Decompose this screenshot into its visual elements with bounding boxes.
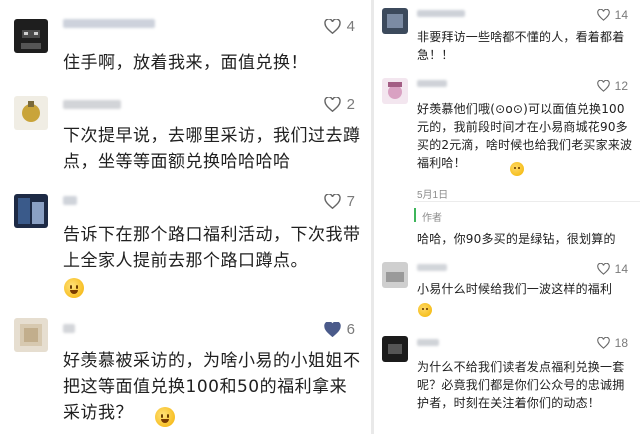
comment-item: 18 为什么不给我们读者发点福利兑换一套呢？必竟我们都是你们公众号的忠诚拥护者，… (374, 330, 640, 434)
heart-icon (596, 263, 610, 275)
nickname-blurred (417, 80, 447, 87)
heart-icon (323, 194, 341, 209)
comments-panel-left: 4 住手啊，放着我来，面值兑换！ 2 下次提早说，去哪里采访，我们过去蹲点，坐等… (0, 0, 371, 434)
divider (414, 201, 640, 202)
avatar-image (18, 198, 44, 224)
nickname-blurred (417, 339, 439, 346)
avatar[interactable] (382, 262, 408, 288)
like-button[interactable]: 14 (596, 262, 628, 276)
author-bar (414, 208, 416, 222)
author-tag: 作者 (422, 213, 442, 224)
comment-item: 12 好羡慕他们哦(⊙o⊙)可以面值兑换100元的，我前段时间才在小易商城花90… (374, 72, 640, 201)
comment-text: 小易什么时候给我们一波这样的福利 (417, 282, 613, 296)
comment-text: 住手啊，放着我来，面值兑换！ (63, 53, 308, 73)
like-count: 4 (346, 18, 355, 35)
reply-text: 哈哈，你90多买的是绿钻，很划算的 (417, 232, 616, 246)
like-count: 14 (614, 262, 628, 276)
avatar-image (22, 101, 40, 122)
like-count: 7 (346, 193, 355, 210)
like-count: 14 (614, 8, 628, 22)
avatar-image (20, 324, 42, 346)
heart-icon (323, 97, 341, 112)
comment-item: 4 住手啊，放着我来，面值兑换！ (0, 0, 371, 88)
like-count: 18 (614, 336, 628, 350)
comment-text: 下次提早说，去哪里采访，我们过去蹲点，坐等等面额兑换哈哈哈哈 (63, 126, 361, 172)
avatar[interactable] (14, 194, 48, 228)
heart-icon (596, 80, 610, 92)
nickname-blurred (417, 10, 465, 17)
author-reply: 作者 哈哈，你90多买的是绿钻，很划算的 (374, 204, 640, 254)
like-button[interactable]: 4 (323, 18, 355, 35)
comment-text: 非要拜访一些啥都不懂的人，看着都着急！！ (417, 30, 625, 62)
like-button[interactable]: 2 (323, 96, 355, 113)
like-count: 2 (346, 96, 355, 113)
avatar[interactable] (382, 8, 408, 34)
avatar-image (21, 30, 41, 49)
crying-face-emoji (64, 278, 84, 298)
like-button[interactable]: 18 (596, 336, 628, 350)
comment-date: 5月1日 (417, 190, 449, 201)
like-count: 6 (346, 321, 355, 338)
like-button[interactable]: 6 (323, 321, 355, 338)
comment-text: 告诉下在那个路口福利活动，下次我带上全家人提前去那个路口蹲点。 (63, 225, 361, 271)
comment-text: 为什么不给我们读者发点福利兑换一套呢？必竟我们都是你们公众号的忠诚拥护者，时刻在… (417, 360, 625, 410)
comment-item: 14 非要拜访一些啥都不懂的人，看着都着急！！ (374, 0, 640, 72)
avatar-image (388, 82, 402, 99)
nickname-blurred (63, 324, 75, 333)
comment-text: 好羡慕被采访的，为啥小易的小姐姐不把这等面值兑换100和50的福利拿来采访我？ (63, 351, 361, 423)
nickname-blurred (63, 19, 155, 28)
avatar-image (387, 14, 403, 28)
comment-text: 好羡慕他们哦(⊙o⊙)可以面值兑换100元的，我前段时间才在小易商城花90多买的… (417, 102, 633, 170)
crying-face-emoji (155, 407, 175, 427)
heart-icon (596, 337, 610, 349)
comment-item: 7 告诉下在那个路口福利活动，下次我带上全家人提前去那个路口蹲点。 (0, 188, 371, 310)
like-count: 12 (614, 79, 628, 93)
comments-panel-right: 14 非要拜访一些啥都不懂的人，看着都着急！！ 12 好羡慕他们哦(⊙o⊙)可以… (374, 0, 640, 434)
heart-icon (596, 9, 610, 21)
heart-filled-icon (323, 322, 341, 337)
nickname-blurred (63, 196, 77, 205)
comment-item: 2 下次提早说，去哪里采访，我们过去蹲点，坐等等面额兑换哈哈哈哈 (0, 88, 371, 188)
avatar[interactable] (14, 19, 48, 53)
like-button[interactable]: 14 (596, 8, 628, 22)
nickname-blurred (417, 264, 447, 271)
like-button[interactable]: 7 (323, 193, 355, 210)
avatar[interactable] (14, 318, 48, 352)
avatar-image (386, 272, 404, 282)
sweat-smile-emoji (510, 162, 524, 176)
nickname-blurred (63, 100, 121, 109)
avatar[interactable] (382, 78, 408, 104)
heart-icon (323, 19, 341, 34)
avatar[interactable] (382, 336, 408, 362)
like-button[interactable]: 12 (596, 79, 628, 93)
comment-item: 6 好羡慕被采访的，为啥小易的小姐姐不把这等面值兑换100和50的福利拿来采访我… (0, 310, 371, 434)
avatar[interactable] (14, 96, 48, 130)
comment-item: 14 小易什么时候给我们一波这样的福利 (374, 254, 640, 324)
avatar-image (388, 344, 402, 354)
sweat-smile-emoji (418, 303, 432, 317)
